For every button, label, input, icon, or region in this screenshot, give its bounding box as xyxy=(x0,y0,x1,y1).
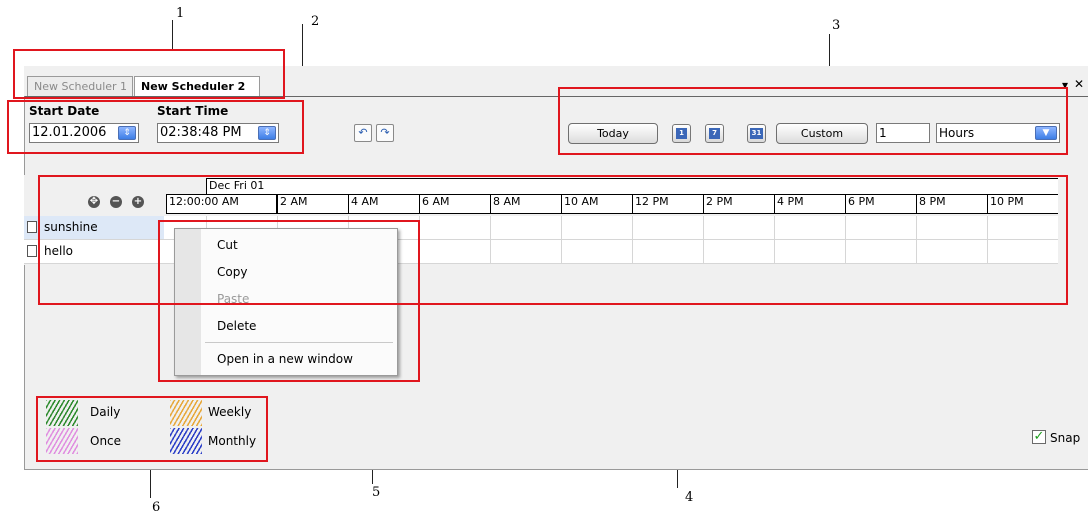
redo-button[interactable]: ↷ xyxy=(376,124,394,142)
start-time-label: Start Time xyxy=(157,104,229,118)
undo-icon: ↶ xyxy=(358,126,368,139)
resource-icon xyxy=(27,245,37,257)
day-view-icon: 1 xyxy=(676,128,687,139)
callout-1: 1 xyxy=(176,6,185,21)
menu-separator xyxy=(205,342,393,343)
timeline-hour-header: 10 AM xyxy=(561,194,632,214)
chevron-down-icon[interactable]: ▼ xyxy=(1035,126,1057,140)
timeline-cell-divider xyxy=(703,240,704,263)
timeline-cell-divider xyxy=(987,216,988,239)
timeline-cell-divider xyxy=(987,240,988,263)
timeline-hour-header: 2 AM xyxy=(277,194,348,214)
legend-swatch-monthly xyxy=(170,428,202,454)
start-time-field[interactable]: 02:38:48 PM ⇕ xyxy=(157,123,279,143)
start-date-value: 12.01.2006 xyxy=(32,125,107,140)
start-date-field[interactable]: 12.01.2006 ⇕ xyxy=(29,123,139,143)
close-icon[interactable]: ✕ xyxy=(1074,77,1084,91)
month-view-icon: 31 xyxy=(750,128,763,139)
interval-amount-input[interactable]: 1 xyxy=(876,123,930,143)
legend-swatch-weekly xyxy=(170,400,202,426)
interval-unit-select[interactable]: Hours ▼ xyxy=(936,123,1060,143)
row-label-text: hello xyxy=(44,244,73,258)
timeline-hour-header: 4 PM xyxy=(774,194,845,214)
callout-2: 2 xyxy=(311,14,320,29)
zoom-out-icon[interactable]: − xyxy=(110,196,122,208)
row-label-hello[interactable]: hello xyxy=(24,240,164,263)
timeline-cell-divider xyxy=(774,216,775,239)
legend-label-weekly: Weekly xyxy=(208,405,252,419)
time-spinner-icon[interactable]: ⇕ xyxy=(258,126,276,140)
timeline-date-header: Dec Fri 01 xyxy=(206,178,1058,194)
callout-4: 4 xyxy=(685,490,694,505)
move-icon[interactable]: ✥ xyxy=(88,196,100,208)
tab-new-scheduler-1[interactable]: New Scheduler 1 xyxy=(27,76,133,96)
timeline-hour-header: 2 PM xyxy=(703,194,774,214)
timeline-hour-header: 8 AM xyxy=(490,194,561,214)
timeline-hour-header: 10 PM xyxy=(987,194,1058,214)
legend-label-once: Once xyxy=(90,434,122,448)
timeline-cell-divider xyxy=(561,240,562,263)
timeline-hour-header: 8 PM xyxy=(916,194,987,214)
timeline-cell-divider xyxy=(916,216,917,239)
week-view-icon: 7 xyxy=(709,128,720,139)
timeline-cell-divider xyxy=(490,216,491,239)
legend-label-daily: Daily xyxy=(90,405,121,419)
callout-6: 6 xyxy=(152,500,161,515)
row-label-sunshine[interactable]: sunshine xyxy=(24,216,164,239)
callout-3: 3 xyxy=(832,18,841,33)
legend-swatch-once xyxy=(46,428,78,454)
timeline-hour-header: 6 AM xyxy=(419,194,490,214)
timeline-cell-divider xyxy=(632,240,633,263)
resource-icon xyxy=(27,221,37,233)
timeline-cell-divider xyxy=(845,240,846,263)
date-spinner-icon[interactable]: ⇕ xyxy=(118,126,136,140)
zoom-in-icon[interactable]: + xyxy=(132,196,144,208)
interval-unit-value: Hours xyxy=(939,126,975,140)
timeline-cell-divider xyxy=(916,240,917,263)
timeline-cell-divider xyxy=(774,240,775,263)
undo-button[interactable]: ↶ xyxy=(354,124,372,142)
snap-label: Snap xyxy=(1050,431,1081,445)
redo-icon: ↷ xyxy=(380,126,390,139)
snap-checkbox[interactable]: ✓ xyxy=(1032,430,1046,444)
timeline-hour-header: 12 PM xyxy=(632,194,703,214)
timeline-cell-divider xyxy=(419,216,420,239)
custom-button[interactable]: Custom xyxy=(776,123,868,144)
start-date-label: Start Date xyxy=(29,104,100,118)
start-time-value: 02:38:48 PM xyxy=(160,125,242,140)
tab-new-scheduler-2[interactable]: New Scheduler 2 xyxy=(134,76,260,97)
legend-label-monthly: Monthly xyxy=(208,434,257,448)
timeline-cell-divider xyxy=(703,216,704,239)
today-button[interactable]: Today xyxy=(568,123,658,144)
context-menu: Cut Copy Paste Delete Open in a new wind… xyxy=(174,228,398,376)
timeline-cell-divider xyxy=(490,240,491,263)
timeline-start-time[interactable]: 12:00:00 AM xyxy=(166,194,277,214)
menu-item-paste[interactable]: Paste xyxy=(217,292,249,306)
timeline-cell-divider xyxy=(561,216,562,239)
timeline-cell-divider xyxy=(845,216,846,239)
leader-line-1 xyxy=(172,20,173,50)
week-view-button[interactable]: 7 xyxy=(705,124,724,143)
timeline-hour-header: 6 PM xyxy=(845,194,916,214)
menu-item-open-new-window[interactable]: Open in a new window xyxy=(217,352,353,366)
month-view-button[interactable]: 31 xyxy=(747,124,766,143)
legend-swatch-daily xyxy=(46,400,78,426)
timeline-cell-divider xyxy=(632,216,633,239)
row-label-text: sunshine xyxy=(44,220,98,234)
day-view-button[interactable]: 1 xyxy=(672,124,691,143)
timeline-hour-header: 4 AM xyxy=(348,194,419,214)
menu-item-delete[interactable]: Delete xyxy=(217,319,256,333)
menu-item-copy[interactable]: Copy xyxy=(217,265,247,279)
context-menu-gutter xyxy=(175,229,201,375)
timeline-cell-divider xyxy=(419,240,420,263)
callout-5: 5 xyxy=(372,485,381,500)
menu-item-cut[interactable]: Cut xyxy=(217,238,238,252)
tab-menu-icon[interactable]: ▾ xyxy=(1062,78,1068,92)
